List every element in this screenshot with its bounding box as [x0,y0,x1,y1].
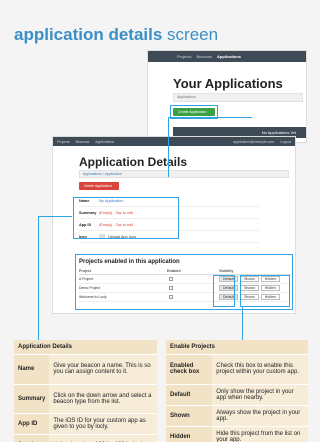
row-desc: Hide this project from the list on your … [212,426,308,442]
connector-line [168,117,170,177]
application-details-table: Application Details Name Give your beaco… [14,340,157,442]
page-title: application details screen [14,25,218,45]
row-desc: Always show the project in your app. [212,405,308,427]
row-desc: Give your beacon a name. This is so you … [49,354,157,385]
table-title: Enable Projects [166,340,308,355]
connector-line [168,117,252,119]
highlight-box [240,275,290,307]
row-key: Name [14,354,50,385]
nav-user[interactable]: application@example.com [233,140,274,144]
row-key: App ID [14,413,50,435]
row-key: Enabled check box [166,354,213,385]
nav-beacons[interactable]: Beacons [76,140,90,144]
nav-beacons[interactable]: Beacons [196,54,212,59]
page-title-bold: application details [14,25,163,44]
details-heading: Application Details [79,155,188,169]
highlight-box [73,197,179,239]
row-key: Summary [14,384,50,414]
connector-line [242,306,244,340]
row-desc: Click on the down arrow and select a bea… [49,384,157,414]
row-key: Hidden [166,426,213,442]
row-key: Default [166,384,213,406]
delete-application-button[interactable]: Delete Application [79,182,119,190]
page-title-light: screen [167,25,219,44]
row-key: App Icon [14,434,50,442]
table-title: Application Details [14,340,157,355]
table-row: Summary Click on the down arrow and sele… [14,384,157,414]
table-row: Default Only show the project in your ap… [166,384,308,406]
table-row: App Icon Upload an icon 1024 x 1024 pixe… [14,434,157,442]
breadcrumb[interactable]: Applications / Application [79,170,289,178]
nav-applications[interactable]: Applications [95,140,114,144]
applications-heading: Your Applications [173,76,283,91]
row-desc: The iOS ID for your custom app as given … [49,413,157,435]
row-desc: Upload an icon 1024 x 1024 pixels. [49,434,157,442]
breadcrumb[interactable]: Applications [173,93,303,102]
application-details-screenshot: Projects Beacons Applications applicatio… [52,136,296,314]
table-row: Enabled check box Check this box to enab… [166,354,308,385]
connector-line [38,216,40,340]
applications-list-screenshot: Projects Beacons Applications Your Appli… [147,50,307,143]
table-row: Hidden Hide this project from the list o… [166,426,308,442]
row-desc: Only show the project in your app when n… [212,384,308,406]
highlight-box [213,275,235,307]
table-row: App ID The iOS ID for your custom app as… [14,413,157,435]
table-row: Shown Always show the project in your ap… [166,405,308,427]
top-nav: Projects Beacons Applications applicatio… [53,137,295,146]
table-row: Name Give your beacon a name. This is so… [14,354,157,385]
top-nav: Projects Beacons Applications [148,51,306,62]
enable-projects-table: Enable Projects Enabled check box Check … [166,340,308,442]
nav-applications[interactable]: Applications [217,54,241,59]
row-key: Shown [166,405,213,427]
nav-logout[interactable]: Logout [280,140,291,144]
nav-projects[interactable]: Projects [177,54,191,59]
connector-line [38,216,72,218]
row-desc: Check this box to enable this project wi… [212,354,308,385]
nav-projects[interactable]: Projects [57,140,70,144]
